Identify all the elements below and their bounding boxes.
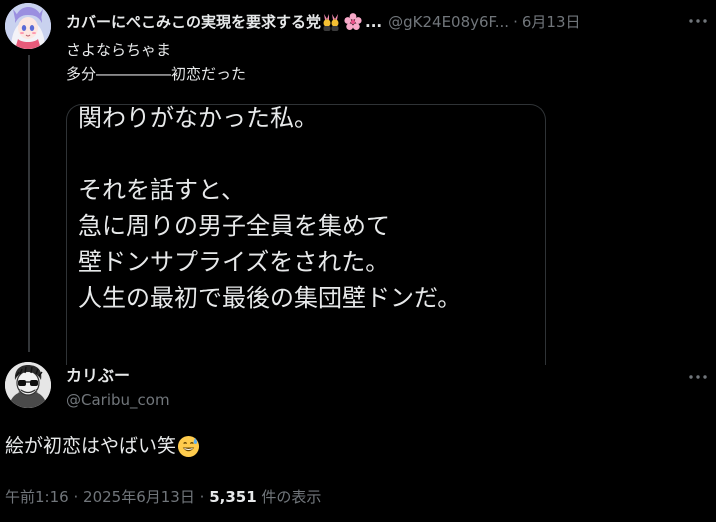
parent-avatar-image: [5, 3, 51, 49]
reply-meta-line: 午前1:16 · 2025年6月13日 · 5,351 件の表示: [5, 486, 321, 508]
views-label: 件の表示: [261, 488, 322, 506]
meta-separator: ·: [199, 488, 205, 506]
parent-tweet-text: さよならちゃま 多分―――――初恋だった: [66, 41, 247, 83]
reply-avatar-image: [5, 362, 51, 408]
more-options-icon: [689, 375, 707, 379]
people-with-bunny-ears-emoji-icon: [323, 14, 339, 31]
media-image-text: 関わりがなかった私。 それを話すと、 急に周りの男子全員を集めて 壁ドンサプライ…: [78, 104, 462, 312]
reply-more-button[interactable]: [686, 366, 710, 388]
more-options-icon: [689, 19, 707, 23]
reply-date[interactable]: 2025年6月13日: [83, 488, 195, 506]
reply-handle[interactable]: @Caribu_com: [66, 389, 170, 411]
parent-tweet-header: カバーにぺこみこの実現を要求する党 ... @gK24E08y6F... · 6…: [66, 10, 706, 34]
parent-handle[interactable]: @gK24E08y6F...: [388, 11, 509, 33]
thread-connector-line: [28, 55, 30, 352]
grinning-face-with-sweat-icon: [177, 435, 200, 457]
reply-display-name[interactable]: カリぶー: [66, 365, 130, 387]
reply-text-body: 絵が初恋はやばい笑: [5, 435, 177, 457]
reply-avatar[interactable]: [5, 362, 51, 408]
parent-name-truncation: ...: [365, 13, 383, 31]
meta-separator: ·: [73, 488, 79, 506]
cherry-blossom-emoji-icon: [344, 13, 362, 30]
parent-avatar[interactable]: [5, 3, 51, 49]
parent-display-name[interactable]: カバーにぺこみこの実現を要求する党: [66, 11, 321, 33]
parent-tweet-date[interactable]: 6月13日: [522, 11, 581, 33]
reply-tweet-text: 絵が初恋はやばい笑: [5, 432, 200, 460]
views-count: 5,351: [209, 488, 257, 506]
reply-time[interactable]: 午前1:16: [5, 488, 69, 506]
parent-header-separator: ·: [513, 13, 518, 31]
parent-more-button[interactable]: [686, 10, 710, 32]
